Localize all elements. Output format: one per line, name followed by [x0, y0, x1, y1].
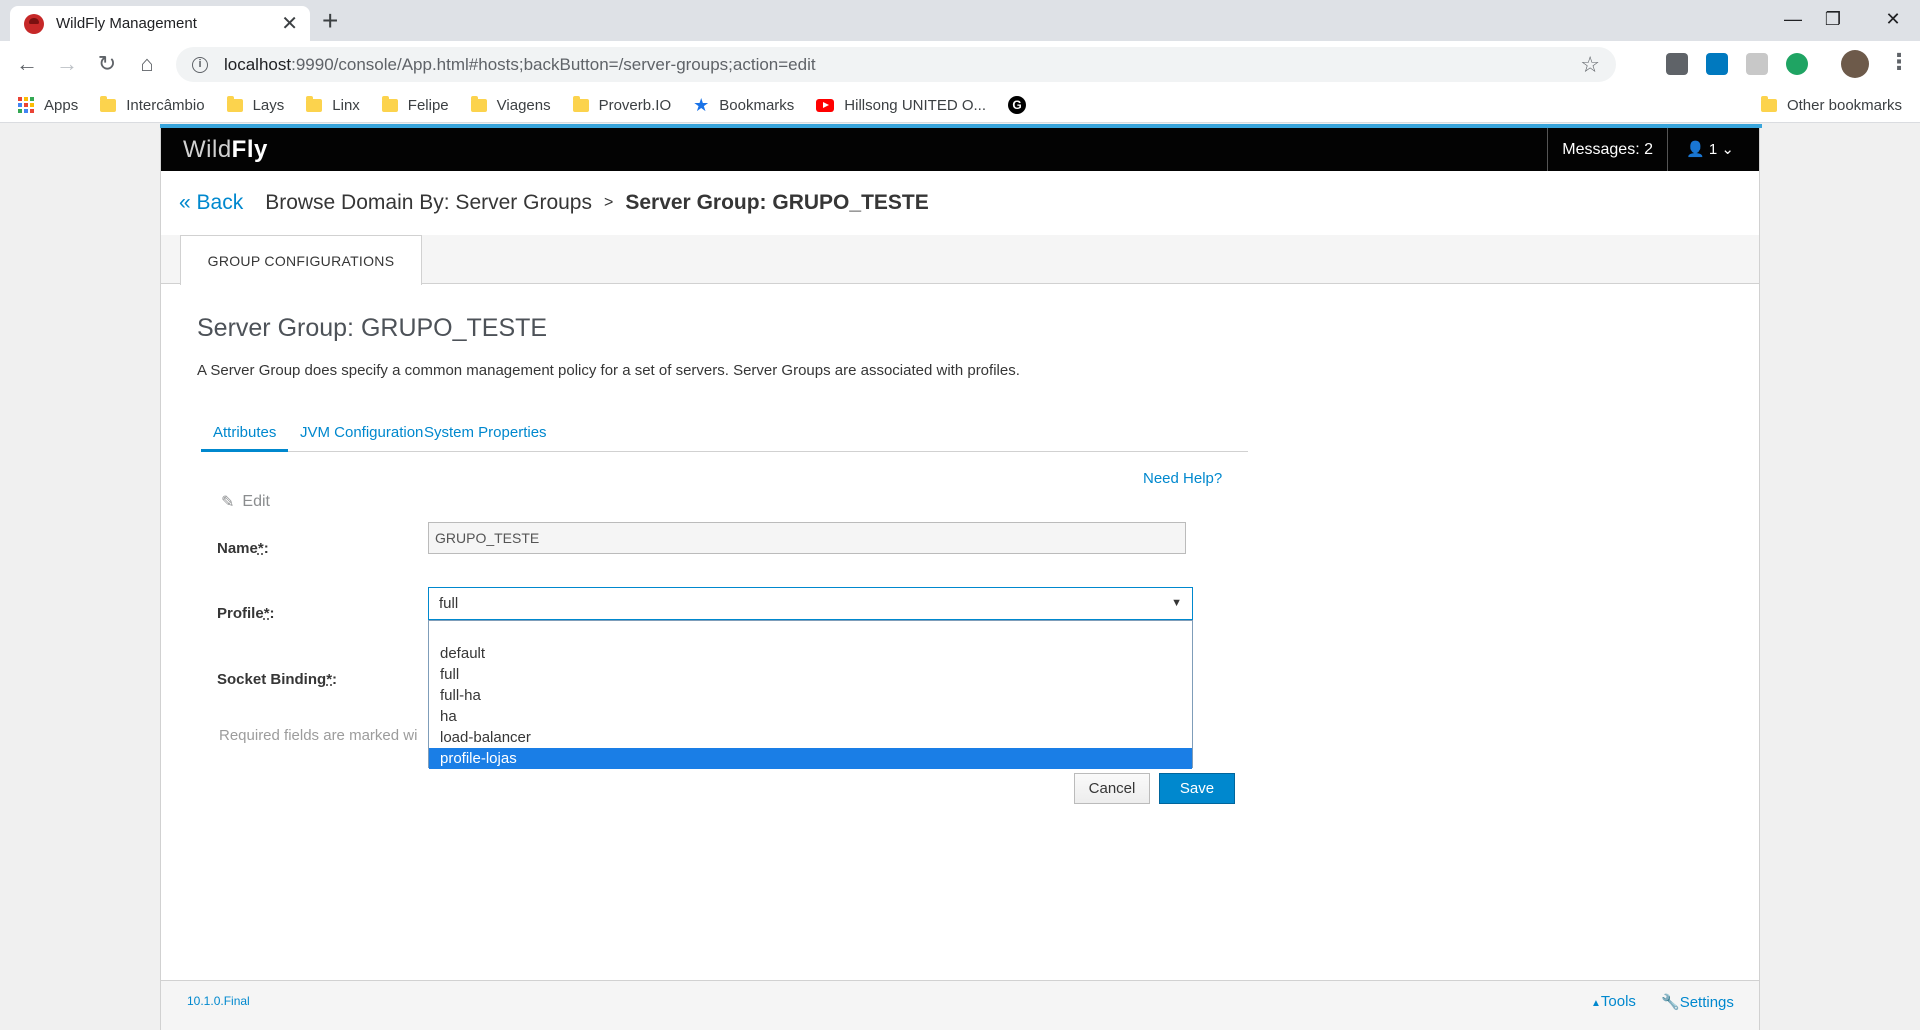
tab-attributes[interactable]: Attributes [201, 418, 289, 452]
profile-label: Profile*: [217, 605, 275, 622]
attribute-tabs: Attributes JVM Configuration System Prop… [201, 418, 1248, 452]
page-viewport: WildFly Messages: 2 👤 1 ⌄ « Back Browse … [0, 124, 1920, 1030]
version-link[interactable]: 10.1.0.Final [187, 994, 250, 1008]
tab-close-icon[interactable]: ✕ [281, 11, 298, 36]
wrench-icon: 🔧 [1661, 994, 1680, 1011]
bookmark-folder[interactable]: Viagens [470, 95, 551, 114]
extension-green-icon[interactable] [1786, 53, 1808, 75]
tools-link[interactable]: ▲Tools [1591, 993, 1636, 1010]
bookmark-folder[interactable]: Proverb.IO [572, 95, 671, 114]
profile-select[interactable]: full ▼ [428, 587, 1193, 620]
folder-icon [306, 95, 323, 112]
wildfly-logo: WildFly [183, 136, 268, 163]
breadcrumb-separator: > [604, 194, 614, 211]
messages-link[interactable]: Messages: 2 [1547, 128, 1667, 171]
browser-tab[interactable]: WildFly Management ✕ [10, 6, 310, 41]
home-icon[interactable]: ⌂ [132, 49, 162, 79]
folder-icon [100, 95, 117, 112]
bookmark-g[interactable]: G [1008, 96, 1026, 114]
folder-icon [572, 95, 589, 112]
bookmark-folder[interactable]: Felipe [381, 95, 449, 114]
required-fields-note: Required fields are marked wi [219, 727, 418, 744]
url-text: localhost:9990/console/App.html#hosts;ba… [224, 54, 816, 74]
browser-tabbar: WildFly Management ✕ + — ❐ ✕ [0, 0, 1920, 41]
breadcrumb: « Back Browse Domain By: Server Groups >… [179, 191, 929, 215]
user-icon: 👤 [1686, 141, 1705, 158]
trello-extension-icon[interactable] [1706, 53, 1728, 75]
folder-icon [381, 95, 398, 112]
dropdown-arrow-icon: ▼ [1171, 597, 1182, 609]
console-footer: 10.1.0.Final ▲Tools 🔧Settings [161, 980, 1759, 1030]
breadcrumb-parent[interactable]: Browse Domain By: Server Groups [265, 191, 592, 215]
folder-icon [226, 95, 243, 112]
site-info-icon[interactable]: i [192, 56, 208, 73]
bookmarks-bar: Apps Intercâmbio Lays Linx Felipe Viagen… [0, 88, 1920, 123]
other-bookmarks[interactable]: Other bookmarks [1760, 96, 1902, 114]
tab-title: WildFly Management [56, 15, 197, 32]
page-title: Server Group: GRUPO_TESTE [197, 314, 548, 342]
socket-binding-label: Socket Binding*: [217, 671, 338, 688]
profile-option[interactable]: full-ha [429, 685, 1192, 706]
bookmark-folder[interactable]: Lays [226, 95, 284, 114]
name-field[interactable]: GRUPO_TESTE [428, 522, 1186, 554]
g-logo-icon: G [1008, 96, 1026, 114]
star-icon: ★ [693, 94, 710, 115]
page-description: A Server Group does specify a common man… [197, 362, 1020, 379]
save-button[interactable]: Save [1159, 773, 1235, 804]
extension-bulb-icon[interactable] [1666, 53, 1688, 75]
profile-option[interactable]: load-balancer [429, 727, 1192, 748]
new-tab-icon[interactable]: + [322, 6, 338, 36]
extension-m-icon[interactable] [1746, 53, 1768, 75]
edit-link[interactable]: ✎ Edit [221, 492, 270, 512]
breadcrumb-current: Server Group: GRUPO_TESTE [625, 191, 929, 214]
console-header: WildFly Messages: 2 👤 1 ⌄ [161, 128, 1759, 171]
chevron-down-icon: ⌄ [1721, 141, 1734, 158]
tab-system-properties[interactable]: System Properties [412, 418, 559, 447]
wildfly-console: WildFly Messages: 2 👤 1 ⌄ « Back Browse … [160, 124, 1762, 1030]
window-close-icon[interactable]: ✕ [1870, 4, 1916, 34]
folder-icon [470, 95, 487, 112]
browser-toolbar: ← → ↻ ⌂ i localhost:9990/console/App.htm… [0, 41, 1920, 88]
profile-option-highlighted[interactable]: profile-lojas [429, 748, 1192, 769]
settings-link[interactable]: 🔧Settings [1661, 993, 1734, 1011]
caret-up-icon: ▲ [1591, 998, 1601, 1009]
bookmark-folder[interactable]: Intercâmbio [100, 95, 205, 114]
reload-icon[interactable]: ↻ [92, 49, 122, 79]
bookmark-bookmarks[interactable]: ★ Bookmarks [693, 95, 794, 116]
back-link[interactable]: « Back [179, 191, 243, 215]
profile-dropdown: default full full-ha ha load-balancer pr… [428, 620, 1193, 769]
apps-grid-icon [18, 97, 34, 113]
need-help-link[interactable]: Need Help? [1143, 470, 1222, 487]
address-bar[interactable]: i localhost:9990/console/App.html#hosts;… [176, 47, 1616, 82]
profile-avatar[interactable] [1841, 50, 1869, 78]
bookmark-apps[interactable]: Apps [18, 97, 78, 114]
wildfly-favicon-icon [24, 13, 44, 34]
profile-option[interactable]: full [429, 664, 1192, 685]
cancel-button[interactable]: Cancel [1074, 773, 1150, 804]
user-menu[interactable]: 👤 1 ⌄ [1667, 128, 1759, 171]
tab-group-configurations[interactable]: GROUP CONFIGURATIONS [180, 235, 422, 285]
name-label: Name*: [217, 540, 269, 557]
profile-option[interactable]: ha [429, 706, 1192, 727]
bookmark-hillsong[interactable]: Hillsong UNITED O... [816, 97, 986, 114]
bookmark-folder[interactable]: Linx [306, 95, 360, 114]
profile-option[interactable]: default [429, 643, 1192, 664]
config-tabbar: GROUP CONFIGURATIONS [161, 235, 1759, 285]
restore-icon[interactable]: ❐ [1810, 4, 1856, 34]
bookmark-star-icon[interactable]: ☆ [1580, 52, 1600, 78]
browser-menu-icon[interactable]: ⋮ [1888, 49, 1910, 75]
back-arrow-icon[interactable]: ← [12, 49, 42, 79]
edit-icon: ✎ [221, 494, 235, 511]
folder-icon [1760, 96, 1777, 112]
youtube-icon [816, 98, 835, 112]
forward-arrow-icon[interactable]: → [52, 49, 82, 79]
